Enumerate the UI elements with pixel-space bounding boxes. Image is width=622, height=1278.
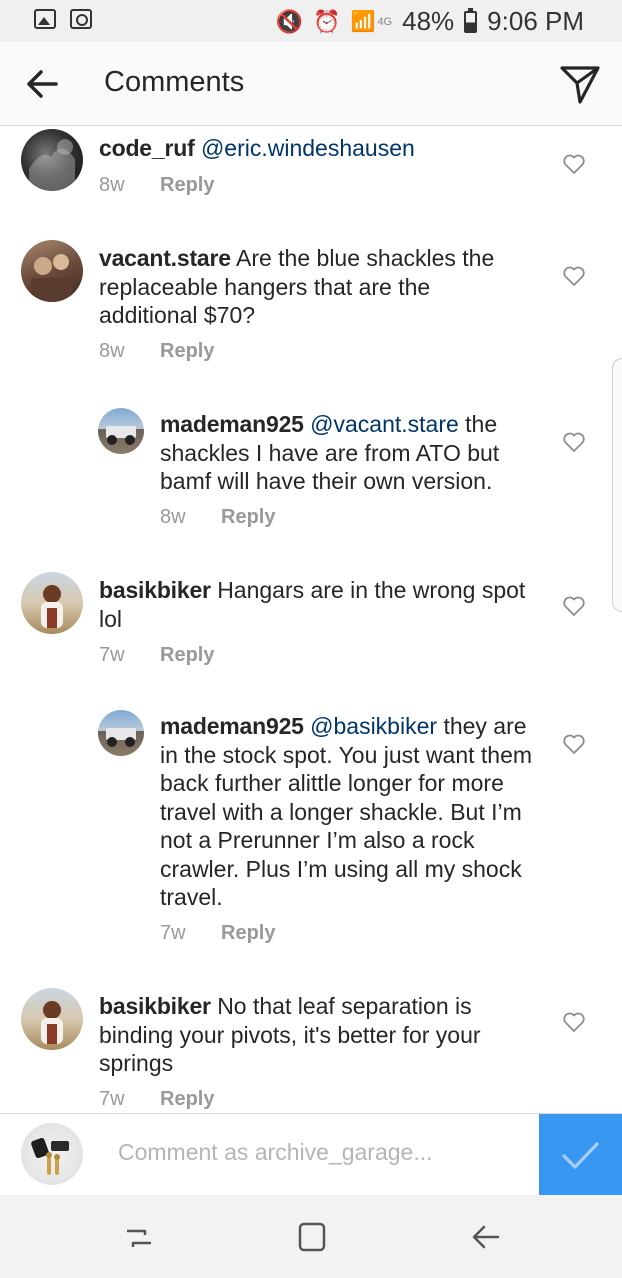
- reply-button[interactable]: Reply: [160, 340, 214, 363]
- mute-icon: 🔇: [275, 8, 304, 34]
- like-heart-icon[interactable]: [562, 265, 586, 287]
- battery-icon: [464, 7, 478, 33]
- status-bar: 🔇 ⏰ 📶 4G 48% 9:06 PM: [0, 0, 622, 42]
- comment-username[interactable]: vacant.stare: [99, 245, 231, 271]
- post-comment-button[interactable]: [539, 1114, 622, 1196]
- comment-mention[interactable]: @eric.windeshausen: [201, 135, 415, 161]
- scrollbar-thumb[interactable]: [612, 358, 622, 612]
- back-arrow-icon[interactable]: [22, 64, 62, 104]
- alarm-icon: ⏰: [313, 8, 341, 34]
- home-button-icon[interactable]: [292, 1217, 332, 1257]
- comment-input[interactable]: [118, 1132, 528, 1172]
- comments-list[interactable]: code_ruf @eric.windeshausen 8w Reply vac…: [0, 126, 622, 1113]
- comment-username[interactable]: code_ruf: [99, 135, 195, 161]
- avatar[interactable]: [21, 988, 83, 1050]
- current-user-avatar: [21, 1123, 83, 1185]
- reply-button[interactable]: Reply: [160, 644, 214, 667]
- reply-button[interactable]: Reply: [221, 922, 275, 945]
- avatar[interactable]: [21, 240, 83, 302]
- like-heart-icon[interactable]: [562, 733, 586, 755]
- comment-age: 8w: [160, 506, 186, 528]
- comment-mention[interactable]: @vacant.stare: [310, 411, 459, 437]
- comment-mention[interactable]: @basikbiker: [310, 713, 437, 739]
- reply-button[interactable]: Reply: [160, 174, 214, 197]
- comment-age: 8w: [99, 340, 125, 362]
- avatar[interactable]: [21, 572, 83, 634]
- comment-username[interactable]: mademan925: [160, 411, 304, 437]
- comment-username[interactable]: mademan925: [160, 713, 304, 739]
- comment-age: 7w: [99, 1088, 125, 1110]
- like-heart-icon[interactable]: [562, 1011, 586, 1033]
- like-heart-icon[interactable]: [562, 153, 586, 175]
- system-nav-bar: [0, 1195, 622, 1278]
- page-title: Comments: [104, 66, 245, 98]
- avatar[interactable]: [98, 710, 144, 756]
- comment-username[interactable]: basikbiker: [99, 577, 211, 603]
- checkmark-icon: [562, 1142, 599, 1169]
- comment-username[interactable]: basikbiker: [99, 993, 211, 1019]
- comment-age: 7w: [99, 644, 125, 666]
- comment-age: 7w: [160, 922, 186, 944]
- reply-button[interactable]: Reply: [160, 1088, 214, 1111]
- instagram-notification-icon: [70, 9, 92, 29]
- network-type: 4G: [377, 15, 393, 28]
- wifi-icon: 📶: [350, 10, 376, 33]
- comment-age: 8w: [99, 174, 125, 196]
- battery-percent: 48%: [402, 6, 455, 36]
- direct-message-icon[interactable]: [558, 62, 602, 106]
- like-heart-icon[interactable]: [562, 595, 586, 617]
- clock: 9:06 PM: [487, 6, 584, 36]
- recent-apps-icon[interactable]: [119, 1217, 159, 1257]
- avatar[interactable]: [21, 129, 83, 191]
- gallery-notification-icon: [34, 9, 56, 29]
- like-heart-icon[interactable]: [562, 431, 586, 453]
- comment-text: they are in the stock spot. You just wan…: [160, 713, 533, 910]
- comment-composer: [0, 1113, 622, 1196]
- app-header: Comments: [0, 42, 622, 126]
- nav-back-icon[interactable]: [466, 1217, 506, 1257]
- reply-button[interactable]: Reply: [221, 506, 275, 529]
- avatar[interactable]: [98, 408, 144, 454]
